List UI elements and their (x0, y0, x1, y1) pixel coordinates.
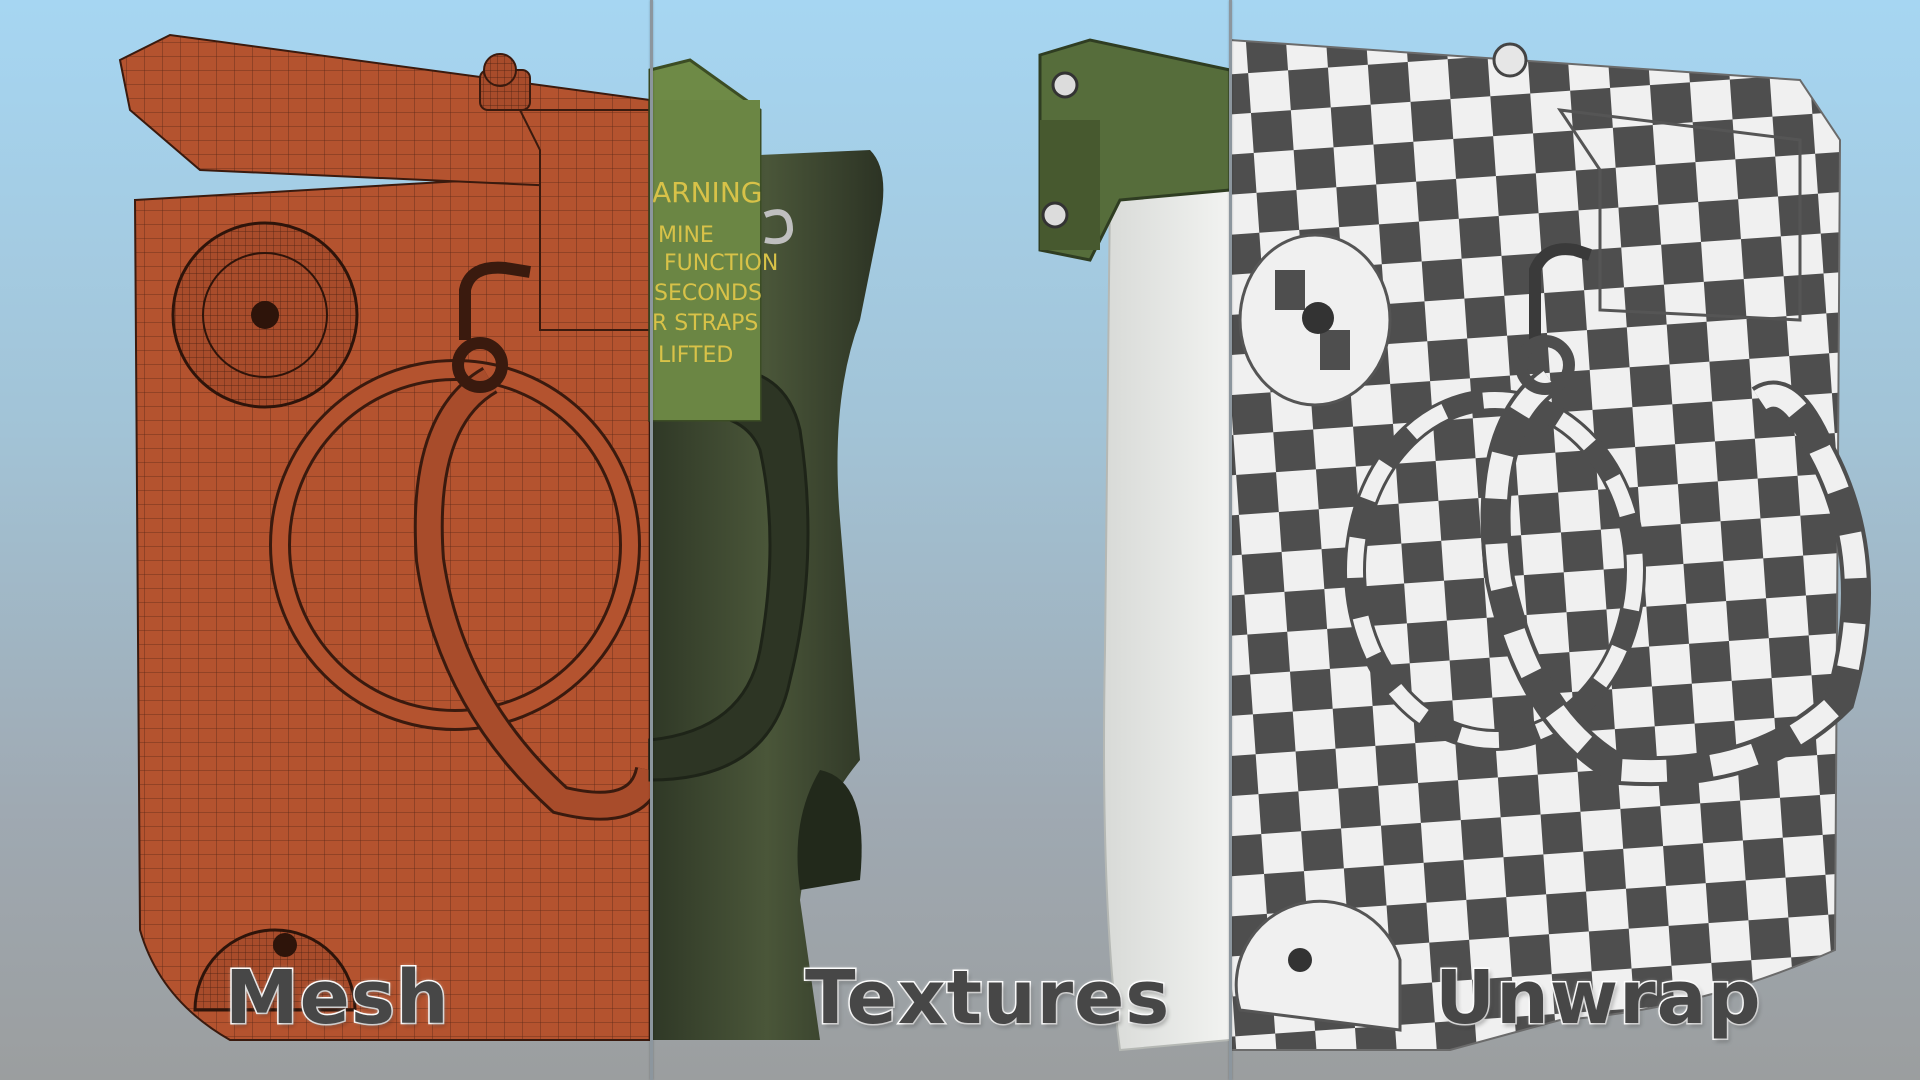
unwrap-bracket-face (1040, 120, 1100, 250)
caption-unwrap: Unwrap (1434, 954, 1763, 1043)
warning-line-5: R STRAPS (652, 311, 758, 336)
warning-line-2: MINE (658, 223, 714, 248)
render-scene: ARNING MINE FUNCTION SECONDS R STRAPS LI… (118, 33, 1871, 1052)
warning-line-1: ARNING (652, 176, 762, 209)
textures-panel: ARNING MINE FUNCTION SECONDS R STRAPS LI… (648, 58, 884, 1040)
caption-mesh: Mesh (224, 954, 451, 1043)
mesh-panel (118, 33, 665, 1041)
mesh-top-knob (483, 53, 517, 87)
divider-left (650, 0, 653, 1080)
unwrap-fuze-top (1238, 233, 1392, 407)
unwrap-panel (1038, 38, 1871, 1052)
divider-right (1229, 0, 1232, 1080)
warning-line-4: SECONDS (654, 281, 762, 306)
unwrap-screw-top (1051, 71, 1079, 99)
mesh-latch (518, 109, 651, 331)
warning-line-3: FUNCTION (664, 251, 778, 276)
unwrap-top-knob (1492, 42, 1528, 78)
unwrap-side (1103, 178, 1231, 1052)
caption-textures: Textures (803, 954, 1171, 1043)
mesh-fuze-top (171, 221, 359, 409)
unwrap-screw-bottom (1041, 201, 1069, 229)
warning-line-6: LIFTED (658, 343, 733, 368)
